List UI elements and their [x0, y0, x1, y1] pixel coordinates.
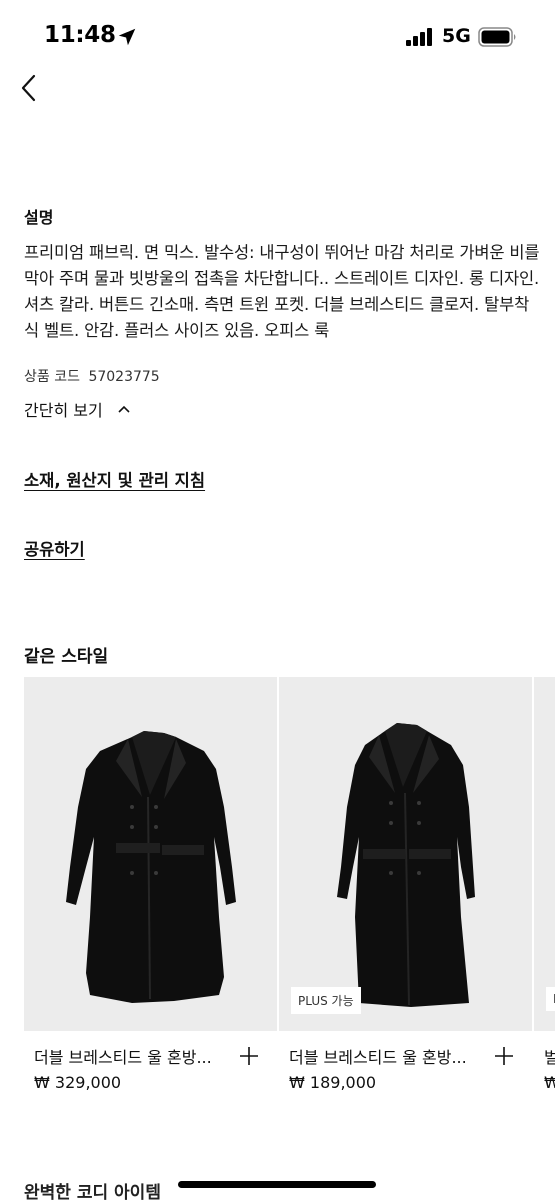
plus-size-badge: P — [546, 987, 555, 1011]
product-price: ₩ 189,000 — [289, 1073, 377, 1092]
product-code: 상품 코드 57023775 — [24, 366, 164, 386]
battery-icon — [478, 27, 516, 47]
product-card[interactable]: PLUS 가능 더블 브레스티드 울 혼방... ₩ 189,000 — [279, 677, 532, 1092]
description-heading: 설명 — [24, 208, 54, 227]
share-link[interactable]: 공유하기 — [24, 536, 85, 560]
status-time: 11:48 — [44, 22, 116, 48]
location-arrow-icon — [118, 28, 136, 46]
same-style-heading: 같은 스타일 — [24, 647, 109, 667]
product-image[interactable]: PLUS 가능 — [279, 677, 532, 1031]
product-image[interactable]: P — [534, 677, 555, 1031]
status-bar: 11:48 5G — [0, 0, 555, 72]
product-code-value: 57023775 — [88, 369, 160, 385]
product-code-label: 상품 코드 — [24, 369, 80, 385]
material-care-link[interactable]: 소재, 원산지 및 관리 지침 — [24, 467, 205, 491]
product-price: ₩ 329,000 — [34, 1073, 122, 1092]
coordinate-items-heading: 완벽한 코디 아이템 — [24, 1183, 161, 1200]
product-price: ₩ — [544, 1073, 555, 1092]
description-text: 프리미엄 패브릭. 면 믹스. 발수성: 내구성이 뛰어난 마감 처리로 가벼운… — [24, 243, 540, 340]
plus-size-badge: PLUS 가능 — [291, 987, 361, 1014]
network-type-label: 5G — [442, 25, 471, 47]
add-to-cart-plus-icon[interactable] — [238, 1045, 260, 1067]
product-card[interactable]: P 벌 ₩ — [534, 677, 555, 1092]
product-title[interactable]: 더블 브레스티드 울 혼방... — [289, 1044, 479, 1068]
chevron-up-icon — [118, 405, 130, 413]
product-title[interactable]: 더블 브레스티드 울 혼방... — [34, 1044, 224, 1068]
product-card[interactable]: 더블 브레스티드 울 혼방... ₩ 329,000 — [24, 677, 277, 1092]
add-to-cart-plus-icon[interactable] — [493, 1045, 515, 1067]
cellular-signal-icon — [406, 28, 434, 46]
collapse-toggle-button[interactable]: 간단히 보기 — [24, 397, 131, 421]
product-image[interactable] — [24, 677, 277, 1031]
back-chevron-icon[interactable] — [16, 70, 48, 106]
product-title[interactable]: 벌 — [544, 1044, 555, 1068]
same-style-carousel[interactable]: 더블 브레스티드 울 혼방... ₩ 329,000 PLUS 가능 더블 브레… — [24, 677, 555, 1117]
collapse-toggle-label: 간단히 보기 — [24, 401, 103, 420]
home-indicator[interactable] — [178, 1181, 376, 1188]
